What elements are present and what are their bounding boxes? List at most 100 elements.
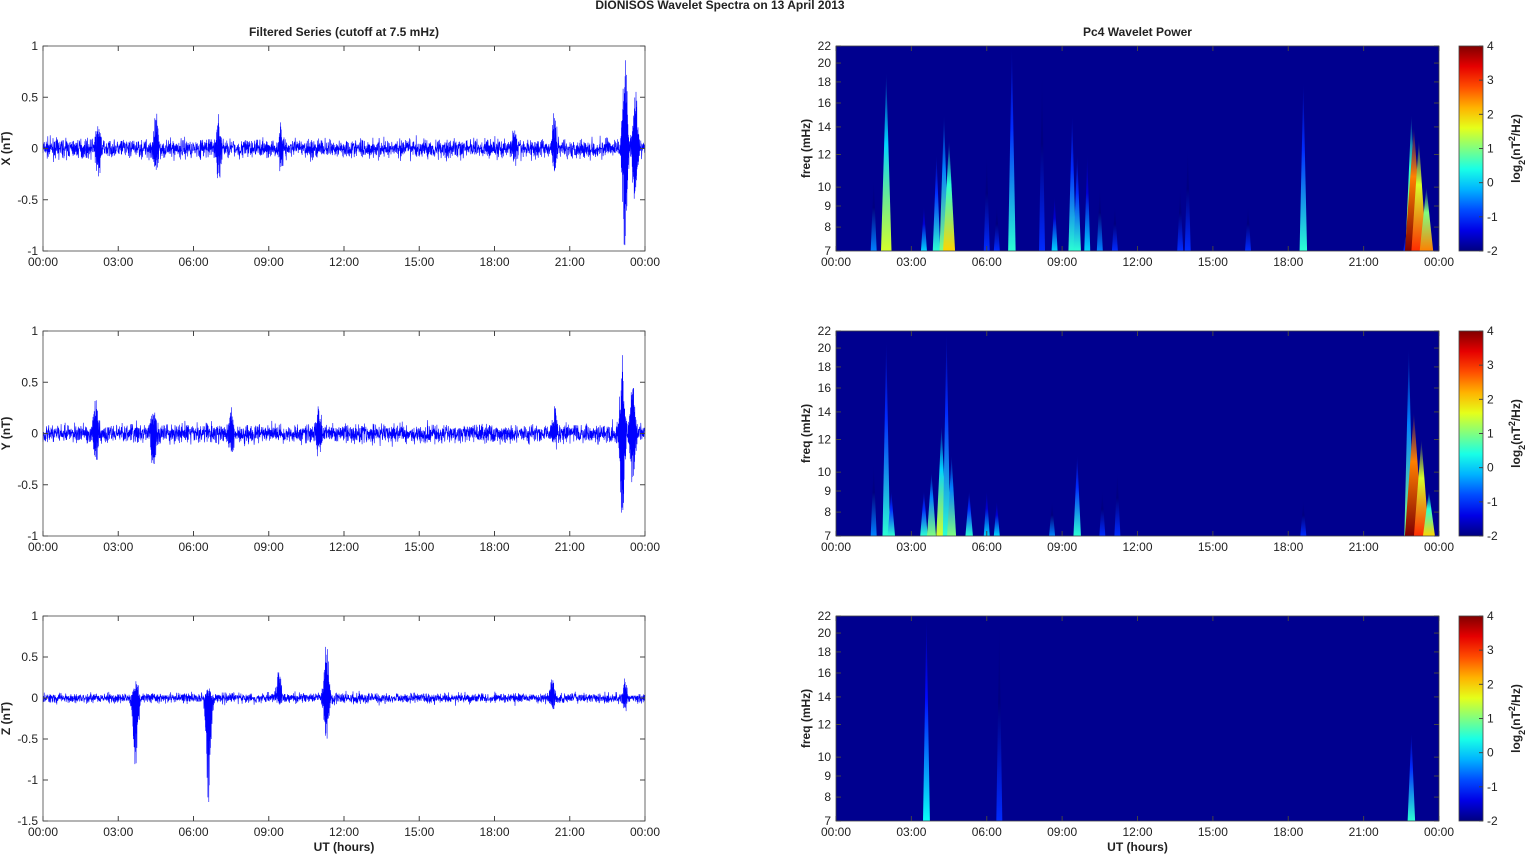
y-tick-label: 0.5 (21, 90, 38, 104)
y-tick-label: -0.5 (17, 478, 38, 492)
y-tick-label: -1 (27, 529, 38, 543)
x-tick-label: 12:00 (1122, 255, 1152, 269)
x-tick-label: 12:00 (1122, 540, 1152, 554)
x-tick-label: 09:00 (1047, 255, 1077, 269)
y-tick-label: 10 (818, 750, 832, 764)
y-tick-label: -1.5 (17, 814, 38, 828)
y-tick-label: 16 (818, 96, 832, 110)
x-tick-label: 15:00 (404, 540, 434, 554)
y-tick-label: 0.5 (21, 375, 38, 389)
x-tick-label: 21:00 (555, 540, 585, 554)
y-tick-label: 12 (818, 433, 832, 447)
y-tick-label: 12 (818, 718, 832, 732)
x-tick-label: 06:00 (972, 825, 1002, 839)
x-tick-label: 03:00 (103, 540, 133, 554)
colorbar-tick-label: 4 (1487, 39, 1494, 53)
colorbar-tick-label: -1 (1487, 780, 1498, 794)
colorbar-tick-label: -1 (1487, 210, 1498, 224)
x-tick-label: 00:00 (630, 825, 660, 839)
x-tick-label: 03:00 (896, 255, 926, 269)
y-tick-label: 9 (824, 769, 831, 783)
y-tick-label: -1 (27, 773, 38, 787)
colorbar-tick-label: 4 (1487, 609, 1494, 623)
y-axis-label: freq (mHz) (799, 119, 813, 178)
series-z-axes: 00:00 03:00 06:00 09:00 12:00 15:00 18:00 21:00… (0, 609, 660, 854)
y-tick-label: 18 (818, 360, 832, 374)
colorbar-tick-label: 1 (1487, 142, 1494, 156)
colorbar-tick-label: 0 (1487, 461, 1494, 475)
x-tick-label: 00:00 (1424, 540, 1454, 554)
y-tick-label: 0 (31, 142, 38, 156)
figure-title: DIONISOS Wavelet Spectra on 13 April 201… (595, 0, 845, 12)
y-axis-label: Z (nT) (0, 702, 13, 735)
x-tick-label: 15:00 (1198, 825, 1228, 839)
x-tick-label: 09:00 (254, 825, 284, 839)
y-tick-label: 7 (824, 244, 831, 258)
x-tick-label: 18:00 (479, 825, 509, 839)
y-tick-label: 14 (818, 690, 832, 704)
x-tick-label: 06:00 (972, 255, 1002, 269)
y-tick-label: 7 (824, 529, 831, 543)
colorbar-tick-label: 4 (1487, 324, 1494, 338)
y-tick-label: -1 (27, 244, 38, 258)
series-x-axes: 00:00 03:00 06:00 09:00 12:00 15:00 18:00 21:00… (0, 25, 660, 269)
spectrum-y-axes: 43210-1-2log2(nT2/Hz)00:0003:0006:0009:0… (799, 324, 1525, 554)
x-tick-label: 00:00 (1424, 825, 1454, 839)
y-tick-label: 8 (824, 505, 831, 519)
y-tick-label: 10 (818, 465, 832, 479)
y-tick-label: 9 (824, 199, 831, 213)
y-tick-label: 0.5 (21, 650, 38, 664)
y-tick-label: 8 (824, 790, 831, 804)
x-tick-label: 09:00 (1047, 825, 1077, 839)
y-tick-label: 1 (31, 39, 38, 53)
x-tick-label: 09:00 (1047, 540, 1077, 554)
y-axis-label: freq (mHz) (799, 404, 813, 463)
x-tick-label: 18:00 (479, 255, 509, 269)
colorbar-tick-label: 3 (1487, 358, 1494, 372)
x-tick-label: 18:00 (1273, 540, 1303, 554)
colorbar-tick-label: 1 (1487, 712, 1494, 726)
y-axis-label: freq (mHz) (799, 689, 813, 748)
colorbar-label: log2(nT2/Hz) (1507, 114, 1525, 183)
axes-title: Pc4 Wavelet Power (1083, 25, 1192, 39)
y-tick-label: 22 (818, 324, 832, 338)
colorbar-tick-label: -1 (1487, 495, 1498, 509)
x-tick-label: 00:00 (1424, 255, 1454, 269)
y-tick-label: 14 (818, 405, 832, 419)
x-tick-label: 21:00 (555, 825, 585, 839)
y-tick-label: 1 (31, 609, 38, 623)
x-tick-label: 00:00 (630, 540, 660, 554)
y-axis-label: Y (nT) (0, 417, 13, 451)
spectrum-x-axes: 43210-1-2log2(nT2/Hz)00:0003:0006:0009:0… (799, 25, 1525, 269)
colorbar-tick-label: -2 (1487, 529, 1498, 543)
x-tick-label: 15:00 (404, 255, 434, 269)
x-tick-label: 12:00 (329, 540, 359, 554)
x-tick-label: 09:00 (254, 540, 284, 554)
colorbar-tick-label: 2 (1487, 392, 1494, 406)
y-tick-label: 20 (818, 56, 832, 70)
y-tick-label: 7 (824, 814, 831, 828)
x-tick-label: 12:00 (1122, 825, 1152, 839)
x-tick-label: 21:00 (555, 255, 585, 269)
colorbar-label: log2(nT2/Hz) (1507, 684, 1525, 753)
x-tick-label: 00:00 (630, 255, 660, 269)
x-tick-label: 09:00 (254, 255, 284, 269)
y-tick-label: 20 (818, 341, 832, 355)
y-tick-label: 22 (818, 609, 832, 623)
y-tick-label: 9 (824, 484, 831, 498)
y-tick-label: 16 (818, 381, 832, 395)
x-tick-label: 12:00 (329, 255, 359, 269)
spectrum-z-axes: 43210-1-2log2(nT2/Hz)00:0003:0006:0009:0… (799, 609, 1525, 854)
spectrogram-background (836, 331, 1439, 536)
colorbar-tick-label: 3 (1487, 73, 1494, 87)
x-tick-label: 03:00 (896, 540, 926, 554)
y-tick-label: 0 (31, 691, 38, 705)
x-tick-label: 12:00 (329, 825, 359, 839)
x-tick-label: 06:00 (178, 540, 208, 554)
x-tick-label: 03:00 (103, 825, 133, 839)
colorbar-tick-label: 0 (1487, 746, 1494, 760)
x-tick-label: 03:00 (896, 825, 926, 839)
x-tick-label: 18:00 (1273, 825, 1303, 839)
y-tick-label: 18 (818, 645, 832, 659)
x-tick-label: 06:00 (972, 540, 1002, 554)
